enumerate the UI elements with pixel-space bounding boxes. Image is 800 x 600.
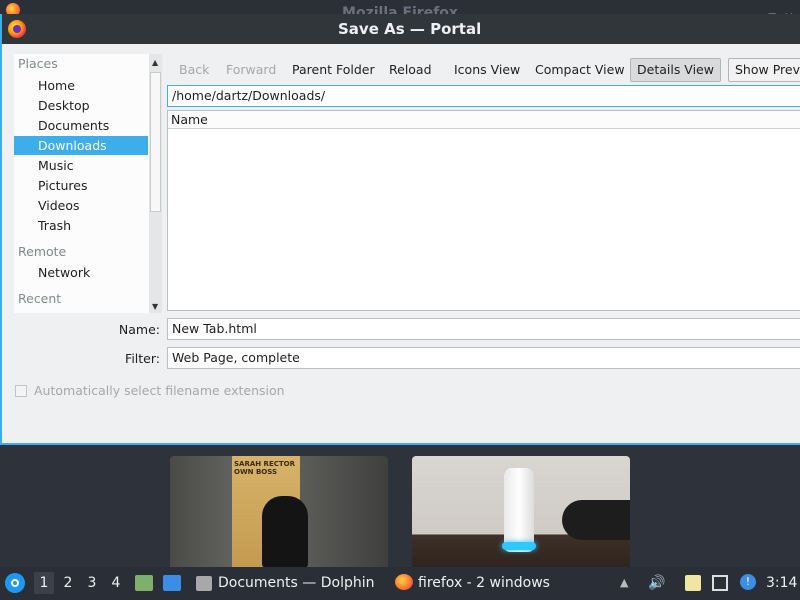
- places-item-home[interactable]: Home: [14, 76, 148, 95]
- network-icon[interactable]: [712, 575, 728, 591]
- filter-select[interactable]: Web Page, complete: [167, 347, 800, 369]
- places-item-pictures[interactable]: Pictures: [14, 176, 148, 195]
- path-input[interactable]: /home/dartz/Downloads/: [167, 85, 800, 107]
- window-preview-2[interactable]: [412, 456, 630, 568]
- clipboard-icon[interactable]: [685, 575, 701, 591]
- filename-input[interactable]: New Tab.html: [167, 318, 800, 340]
- auto-extension-label: Automatically select filename extension: [34, 383, 285, 398]
- tray-expand-icon[interactable]: ▲: [620, 575, 636, 591]
- firefox-icon: [395, 574, 413, 590]
- places-item-network[interactable]: Network: [14, 263, 148, 282]
- dialog-title: Save As — Portal: [338, 20, 482, 38]
- name-label: Name:: [118, 322, 160, 337]
- scroll-down-icon[interactable]: ▼: [152, 302, 158, 311]
- parent-folder-button[interactable]: Parent Folder: [285, 58, 382, 82]
- filter-label: Filter:: [125, 351, 160, 366]
- desktop-1[interactable]: 1: [34, 572, 54, 594]
- task-dolphin[interactable]: Documents — Dolphin: [218, 567, 374, 600]
- recent-header: Recent: [18, 291, 62, 306]
- dialog-titlebar: Save As — Portal: [2, 14, 800, 44]
- dolphin-icon: [196, 576, 212, 591]
- task-previews: SARAH RECTOR OWN BOSS: [0, 447, 800, 568]
- window-preview-1[interactable]: SARAH RECTOR OWN BOSS: [170, 456, 388, 568]
- remote-header: Remote: [18, 244, 67, 259]
- places-item-downloads[interactable]: Downloads: [14, 136, 148, 155]
- hand-image: [562, 500, 630, 540]
- task-firefox[interactable]: firefox - 2 windows: [418, 567, 550, 600]
- notifications-icon[interactable]: !: [740, 574, 756, 590]
- device-light: [502, 542, 536, 550]
- volume-icon[interactable]: 🔊: [648, 575, 665, 591]
- window-controls: –▢✕: [755, 4, 800, 14]
- details-view-button[interactable]: Details View: [630, 58, 721, 82]
- auto-extension-checkbox[interactable]: [15, 385, 27, 397]
- background-window-title: Mozilla Firefox: [342, 5, 458, 14]
- desktop-4[interactable]: 4: [106, 572, 126, 594]
- show-preview-button[interactable]: Show Previ: [728, 58, 800, 82]
- compact-view-button[interactable]: Compact View: [528, 58, 632, 82]
- desktop-2[interactable]: 2: [58, 572, 78, 594]
- places-item-videos[interactable]: Videos: [14, 196, 148, 215]
- clock[interactable]: 3:14: [766, 567, 797, 600]
- icons-view-button[interactable]: Icons View: [447, 58, 527, 82]
- scrollbar-thumb[interactable]: [150, 72, 161, 212]
- save-as-dialog: Save As — Portal Places Home Desktop Doc…: [0, 14, 800, 445]
- file-manager-icon[interactable]: [135, 575, 153, 591]
- places-item-desktop[interactable]: Desktop: [14, 96, 148, 115]
- app-launcher-icon[interactable]: [5, 573, 25, 593]
- firefox-icon: [6, 3, 20, 14]
- device-image: [504, 468, 534, 552]
- newspaper-headline: SARAH RECTOR OWN BOSS: [234, 460, 295, 476]
- forward-button[interactable]: Forward: [219, 58, 283, 82]
- scroll-up-icon[interactable]: ▲: [152, 58, 158, 67]
- column-header-name[interactable]: Name: [168, 111, 800, 129]
- places-header: Places: [18, 56, 58, 71]
- places-item-documents[interactable]: Documents: [14, 116, 148, 135]
- places-panel: Places Home Desktop Documents Downloads …: [14, 54, 150, 313]
- reload-button[interactable]: Reload: [382, 58, 439, 82]
- back-button[interactable]: Back: [172, 58, 216, 82]
- places-item-music[interactable]: Music: [14, 156, 148, 175]
- silhouette-image: [262, 496, 308, 568]
- show-desktop-icon[interactable]: [163, 575, 181, 591]
- desktop-3[interactable]: 3: [82, 572, 102, 594]
- file-list[interactable]: Name: [167, 110, 800, 311]
- taskbar: 1 2 3 4 Documents — Dolphin firefox - 2 …: [0, 567, 800, 600]
- places-item-trash[interactable]: Trash: [14, 216, 148, 235]
- background-window-titlebar: Mozilla Firefox –▢✕: [0, 0, 800, 14]
- places-scrollbar[interactable]: ▲ ▼: [149, 54, 162, 313]
